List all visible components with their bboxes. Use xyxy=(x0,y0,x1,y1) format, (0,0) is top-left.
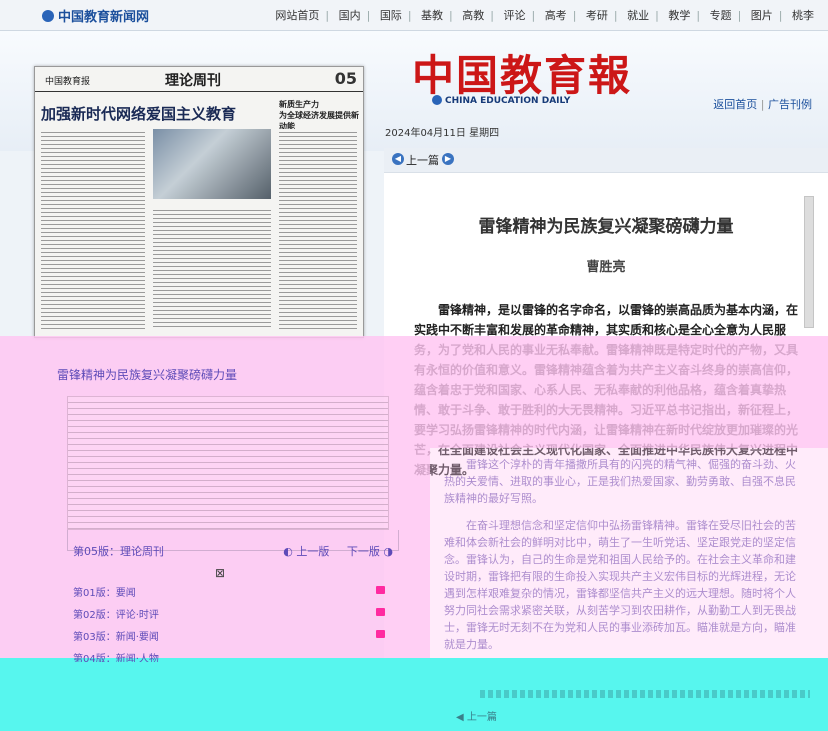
nav-item-kaoyan[interactable]: 考研 xyxy=(580,9,614,22)
next-page-icon[interactable]: ◑ xyxy=(383,545,393,558)
prev-article-link[interactable]: 上一篇 xyxy=(406,152,439,168)
page-list-item[interactable]: 第02版：评论·时评 xyxy=(73,606,393,628)
left-article-link[interactable]: 雷锋精神为民族复兴凝聚磅礴力量 xyxy=(57,366,237,383)
nav-item-jobs[interactable]: 就业 xyxy=(621,9,655,22)
article-title: 雷锋精神为民族复兴凝聚磅礴力量 xyxy=(478,217,734,237)
issue-date: 2024年04月11日 星期四 xyxy=(385,128,500,139)
masthead-logo: 中国教育報 xyxy=(412,51,633,100)
nav-item-photos[interactable]: 图片 xyxy=(745,9,779,22)
cursor-icon: ⊠ xyxy=(215,566,226,580)
article-author: 曹胜亮 xyxy=(586,260,626,275)
back-home-link[interactable]: 返回首页 xyxy=(713,98,757,111)
nav-item-home[interactable]: 网站首页 xyxy=(269,9,325,22)
current-page-label: 第05版：理论周刊 xyxy=(73,545,164,558)
page-list: 第01版：要闻 第02版：评论·时评 第03版：新闻·要闻 第04版：新闻·人物 xyxy=(73,584,393,662)
bottom-prev-link[interactable]: 上一篇 xyxy=(467,712,497,723)
nav-item-taoli[interactable]: 桃李 xyxy=(786,9,820,22)
thumb-paper-logo: 中国教育报 xyxy=(45,77,91,87)
top-links: 返回首页 | 广告刊例 xyxy=(713,98,812,111)
nav-item-teaching[interactable]: 教学 xyxy=(662,9,696,22)
bottom-prev-icon[interactable]: ◀ xyxy=(456,712,464,723)
page-list-item[interactable]: 第01版：要闻 xyxy=(73,584,393,606)
thumb-photo xyxy=(153,129,271,199)
nav-item-basic-edu[interactable]: 基教 xyxy=(415,9,449,22)
next-arrow-icon[interactable]: ▶ xyxy=(442,153,454,165)
thumb-text-column xyxy=(41,129,145,329)
page-switcher: 第05版：理论周刊 ◐ 上一版 下一版 ◑ xyxy=(73,543,393,559)
thumb-section-title: 理论周刊 xyxy=(165,73,221,89)
nav-item-domestic[interactable]: 国内 xyxy=(333,9,367,22)
thumb-page-number: 05 xyxy=(334,69,357,88)
masthead-english: CHINA EDUCATION DAILY xyxy=(432,95,570,106)
nav-item-commentary[interactable]: 评论 xyxy=(497,9,531,22)
nav-item-higher-edu[interactable]: 高教 xyxy=(456,9,490,22)
newspaper-page-thumbnail[interactable]: 中国教育报 理论周刊 05 加强新时代网络爱国主义教育 新质生产力 为全球经济发… xyxy=(34,66,364,338)
nav-item-international[interactable]: 国际 xyxy=(374,9,408,22)
thumb-header: 中国教育报 理论周刊 05 xyxy=(35,67,363,92)
thumb-side-headline[interactable]: 新质生产力 为全球经济发展提供新动能 xyxy=(279,99,363,132)
ad-rates-link[interactable]: 广告刊例 xyxy=(768,98,812,111)
logo-icon xyxy=(42,10,54,22)
page-list-item[interactable]: 第03版：新闻·要闻 xyxy=(73,628,393,650)
next-page-link[interactable]: 下一版 xyxy=(347,545,380,558)
glitch-text-band xyxy=(480,690,810,698)
pdf-icon[interactable] xyxy=(376,586,385,594)
thumb-text-column xyxy=(153,207,271,329)
pdf-icon[interactable] xyxy=(376,630,385,638)
thumb-headline[interactable]: 加强新时代网络爱国主义教育 xyxy=(41,103,236,124)
main-nav: 网站首页 | 国内 | 国际 | 基教 | 高教 | 评论 | 高考 | 考研 | 就业 | 教学… xyxy=(269,7,820,23)
page-list-item[interactable]: 第04版：新闻·人物 xyxy=(73,650,393,662)
prev-arrow-icon[interactable]: ◀ xyxy=(392,153,404,165)
site-logo[interactable]: 中国教育新闻网 xyxy=(42,6,149,25)
glitch-overlay xyxy=(430,448,828,658)
nav-item-topics[interactable]: 专题 xyxy=(704,9,738,22)
article-nav-bar: ◀ 上一篇 ▶ xyxy=(384,148,828,173)
nav-item-gaokao[interactable]: 高考 xyxy=(539,9,573,22)
prev-page-icon[interactable]: ◐ xyxy=(283,545,293,558)
left-article-preview xyxy=(67,396,389,530)
globe-icon xyxy=(432,95,442,105)
top-bar: 中国教育新闻网 网站首页 | 国内 | 国际 | 基教 | 高教 | 评论 | 高考 | 考研… xyxy=(0,0,828,31)
thumb-text-column xyxy=(279,129,357,329)
pdf-icon[interactable] xyxy=(376,608,385,616)
prev-page-link[interactable]: 上一版 xyxy=(296,545,329,558)
